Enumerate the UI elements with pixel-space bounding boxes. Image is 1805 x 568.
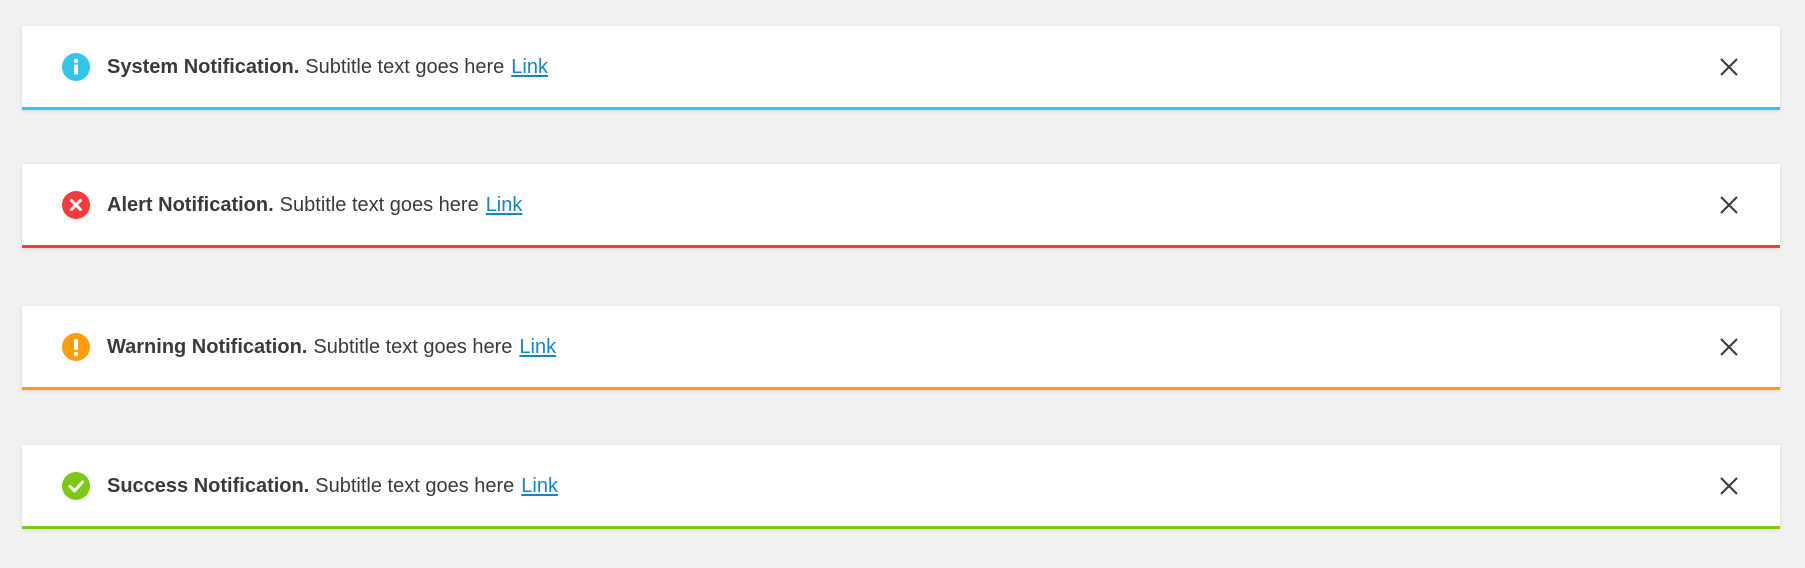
close-icon[interactable]: [1718, 336, 1740, 358]
notification-title: Alert Notification.: [107, 193, 274, 216]
notification-text: Alert Notification. Subtitle text goes he…: [107, 195, 522, 215]
info-icon: [62, 52, 90, 81]
notification-title: Success Notification.: [107, 474, 310, 497]
error-icon: [62, 190, 90, 219]
success-notification: Success Notification. Subtitle text goes …: [22, 445, 1780, 529]
system-notification: System Notification. Subtitle text goes h…: [22, 26, 1780, 110]
notification-text: Warning Notification. Subtitle text goes …: [107, 337, 556, 357]
notification-subtitle: Subtitle text goes here: [315, 474, 515, 497]
checkmark-icon: [62, 471, 90, 500]
alert-notification: Alert Notification. Subtitle text goes he…: [22, 164, 1780, 248]
notification-title: System Notification.: [107, 55, 300, 78]
notification-link[interactable]: Link: [521, 475, 558, 497]
warning-notification: Warning Notification. Subtitle text goes …: [22, 306, 1780, 390]
notification-link[interactable]: Link: [486, 194, 523, 216]
notification-title: Warning Notification.: [107, 335, 308, 358]
notification-subtitle: Subtitle text goes here: [305, 55, 505, 78]
close-icon[interactable]: [1718, 56, 1740, 78]
notification-subtitle: Subtitle text goes here: [279, 193, 479, 216]
notification-link[interactable]: Link: [511, 56, 548, 78]
close-icon[interactable]: [1718, 194, 1740, 216]
notification-link[interactable]: Link: [519, 336, 556, 358]
notification-text: System Notification. Subtitle text goes h…: [107, 57, 548, 77]
notification-text: Success Notification. Subtitle text goes …: [107, 476, 558, 496]
warning-icon: [62, 332, 90, 361]
close-icon[interactable]: [1718, 475, 1740, 497]
notification-subtitle: Subtitle text goes here: [313, 335, 513, 358]
